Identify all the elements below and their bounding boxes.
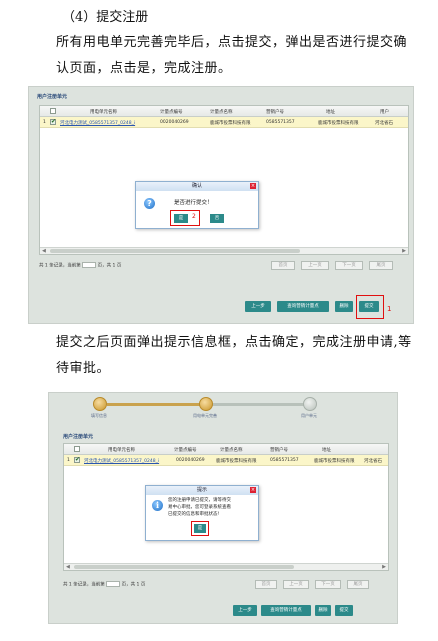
info-icon: i: [152, 500, 163, 511]
horizontal-scrollbar[interactable]: ◀ ▶: [40, 247, 408, 254]
dialog-message-line2: 易中心审批，您可登录系统查看: [168, 505, 231, 510]
submit-button[interactable]: 提交: [335, 605, 353, 616]
section-heading: （4）提交注册: [62, 10, 149, 25]
unit-name-link[interactable]: 河北电力测试_0585571357_0248_i: [60, 120, 135, 126]
notice-dialog: 提示 × i 您的注册申请已提交，请等待交 易中心审批，您可登录系统查看 已提交…: [145, 485, 259, 541]
row-index: 1: [67, 458, 70, 463]
dialog-message: 是否进行提交！: [174, 200, 213, 206]
column-header: 用电单元名称: [108, 448, 135, 453]
pager-page-of: 页，共 1 页: [121, 582, 146, 588]
column-header: 计量点编号: [160, 110, 183, 115]
no-button[interactable]: 否: [210, 214, 224, 223]
query-meter-button[interactable]: 查询营销计量点: [277, 301, 329, 312]
first-page-button[interactable]: 首页: [271, 261, 295, 270]
prev-step-button[interactable]: 上一步: [233, 605, 257, 616]
pager-total: 共 1 条记录，当前第: [39, 263, 81, 269]
page-number-input[interactable]: [106, 581, 121, 587]
step-dot-done: [199, 397, 213, 411]
panel-title: 用户注册单元: [63, 434, 94, 440]
step-connector: [209, 403, 313, 406]
account-cell: 0585571357: [270, 458, 299, 463]
address-cell: 鹿城市投票科技有限: [318, 121, 359, 126]
pager-info: 共 1 条记录，当前第 页，共 1 页: [63, 581, 145, 588]
address-cell: 鹿城市投票科技有限: [314, 459, 355, 464]
paragraph-submit-instructions: 所有用电单元完善完毕后，点击提交，弹出是否进行提交确认页面，点击是，完成注册。: [56, 35, 408, 76]
step-label: 用电单元完善: [193, 413, 217, 418]
annotation-highlight-ok: [191, 521, 209, 536]
scroll-left-icon[interactable]: ◀: [66, 564, 70, 570]
unit-name-link[interactable]: 河北电力测试_0585571357_0248_i: [84, 458, 159, 464]
last-page-button[interactable]: 尾页: [347, 580, 369, 589]
annotation-highlight-submit: [356, 295, 384, 319]
scroll-left-icon[interactable]: ◀: [42, 248, 46, 254]
units-table: 用电单元名称 计量点编号 计量点名称 营销户号 地址 用户 1 河北电力测试_0…: [39, 105, 409, 255]
close-icon[interactable]: ×: [250, 487, 256, 493]
confirm-dialog: 确认 × ? 是否进行提交！ 是 2 否: [135, 181, 259, 229]
next-page-button[interactable]: 下一页: [315, 580, 341, 589]
scroll-thumb[interactable]: [74, 565, 294, 569]
column-header: 用户: [380, 110, 389, 115]
step-dot-pending: [303, 397, 317, 411]
next-page-button[interactable]: 下一页: [335, 261, 363, 270]
column-header: 地址: [326, 110, 335, 115]
step-label: 填写信息: [91, 413, 107, 418]
step-connector: [107, 403, 207, 406]
column-header: 用电单元名称: [90, 110, 117, 115]
column-header: 计量点名称: [210, 110, 233, 115]
prev-step-button[interactable]: 上一步: [245, 301, 271, 312]
table-header: 用电单元名称 计量点编号 计量点名称 营销户号 地址: [64, 444, 388, 455]
annotation-step-number: 1: [387, 305, 392, 313]
row-checkbox[interactable]: [50, 118, 56, 125]
progress-steps: 填写信息 用电单元完善 用户单元: [49, 393, 397, 419]
meter-id-cell: 0020040269: [160, 120, 189, 125]
meter-id-cell: 0020040269: [176, 458, 205, 463]
select-all-checkbox[interactable]: [74, 446, 80, 452]
last-page-button[interactable]: 尾页: [369, 261, 393, 270]
pager-info: 共 1 条记录，当前第 页，共 1 页: [39, 262, 121, 269]
screenshot-submit-notice: 填写信息 用电单元完善 用户单元 用户注册单元 用电单元名称 计量点编号 计量点…: [48, 392, 398, 624]
delete-button[interactable]: 删除: [315, 605, 331, 616]
query-meter-button[interactable]: 查询营销计量点: [261, 605, 311, 616]
table-header: 用电单元名称 计量点编号 计量点名称 营销户号 地址 用户: [40, 106, 408, 117]
close-icon[interactable]: ×: [250, 183, 256, 189]
pager-total: 共 1 条记录，当前第: [63, 582, 105, 588]
meter-name-cell: 鹿城市投票科技有限: [216, 459, 257, 464]
step-label: 用户单元: [301, 413, 317, 418]
panel-title: 用户注册单元: [37, 94, 68, 100]
step-dot-done: [93, 397, 107, 411]
annotation-highlight-yes: [170, 210, 200, 226]
row-index: 1: [43, 120, 46, 125]
scroll-thumb[interactable]: [50, 249, 300, 253]
account-cell: 0585571357: [266, 120, 295, 125]
column-header: 营销户号: [266, 110, 284, 115]
column-header: 营销户号: [270, 448, 288, 453]
user-cell: 河北省石: [375, 121, 393, 126]
horizontal-scrollbar[interactable]: ◀ ▶: [64, 563, 388, 570]
dialog-message-line3: 已提交的信息和审批状态!: [168, 512, 220, 517]
first-page-button[interactable]: 首页: [255, 580, 277, 589]
select-all-checkbox[interactable]: [50, 108, 56, 114]
row-checkbox[interactable]: [74, 456, 80, 463]
scroll-right-icon[interactable]: ▶: [382, 564, 386, 570]
prev-page-button[interactable]: 上一页: [301, 261, 329, 270]
dialog-message-line1: 您的注册申请已提交，请等待交: [168, 498, 231, 503]
table-row[interactable]: 1 河北电力测试_0585571357_0248_i 0020040269 鹿城…: [40, 117, 408, 128]
screenshot-submit-confirm: 用户注册单元 用电单元名称 计量点编号 计量点名称 营销户号 地址 用户 1 河…: [28, 86, 414, 324]
table-row[interactable]: 1 河北电力测试_0585571357_0248_i 0020040269 鹿城…: [64, 455, 388, 466]
user-cell: 河北省石: [364, 459, 382, 464]
dialog-title: 提示: [146, 486, 258, 495]
dialog-title: 确认: [136, 182, 258, 191]
column-header: 计量点名称: [220, 448, 243, 453]
paragraph-after-submit: 提交之后页面弹出提示信息框，点击确定，完成注册申请,等待审批。: [56, 335, 412, 376]
question-icon: ?: [144, 198, 155, 209]
page-number-input[interactable]: [82, 262, 97, 268]
delete-button[interactable]: 删除: [335, 301, 353, 312]
column-header: 地址: [322, 448, 331, 453]
meter-name-cell: 鹿城市投票科技有限: [210, 121, 251, 126]
column-header: 计量点编号: [174, 448, 197, 453]
scroll-right-icon[interactable]: ▶: [402, 248, 406, 254]
prev-page-button[interactable]: 上一页: [283, 580, 309, 589]
pager-page-of: 页，共 1 页: [97, 263, 122, 269]
